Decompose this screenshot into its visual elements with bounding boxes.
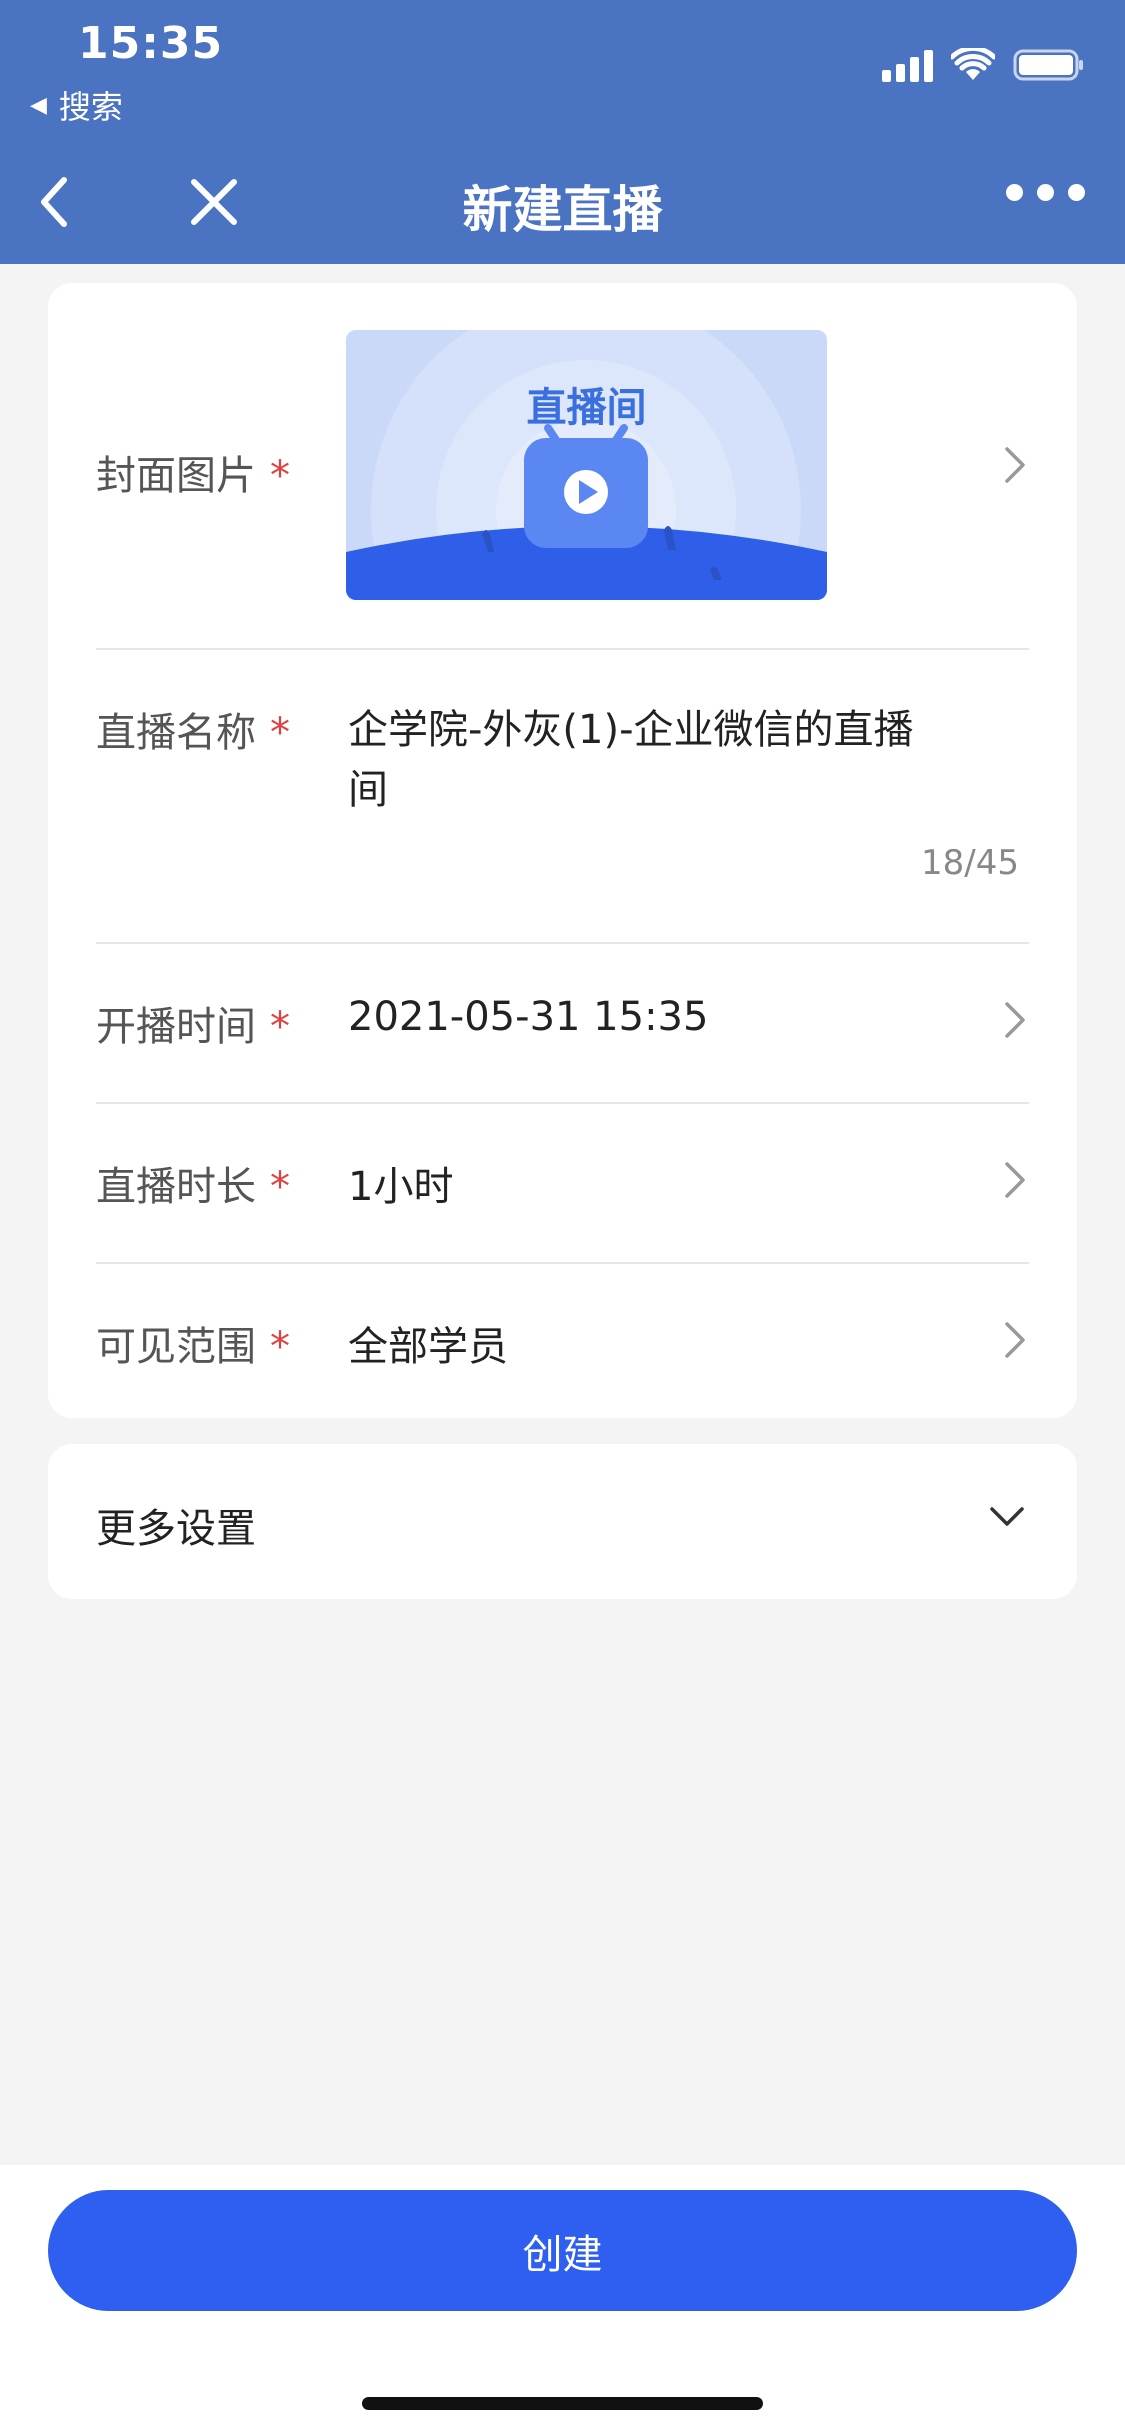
home-indicator[interactable] xyxy=(362,2397,763,2410)
visibility-value: 全部学员 xyxy=(348,1324,508,1370)
chevron-right-icon xyxy=(1005,1322,1025,1358)
required-mark: * xyxy=(270,710,290,756)
duration-label: 直播时长 * xyxy=(96,1164,290,1210)
live-name-input[interactable]: 企学院-外灰(1)-企业微信的直播间 xyxy=(348,700,948,820)
more-settings-toggle[interactable]: 更多设置 xyxy=(48,1444,1077,1599)
system-icons xyxy=(882,48,1085,82)
cover-image-label: 封面图片 * xyxy=(96,453,290,499)
create-button[interactable]: 创建 xyxy=(48,2190,1077,2311)
live-name-row[interactable]: 直播名称 * 企学院-外灰(1)-企业微信的直播间 18/45 xyxy=(48,650,1077,925)
visibility-row[interactable]: 可见范围 * 全部学员 xyxy=(48,1264,1077,1418)
visibility-label: 可见范围 * xyxy=(96,1324,290,1370)
required-mark: * xyxy=(270,453,290,499)
duration-row[interactable]: 直播时长 * 1小时 xyxy=(48,1104,1077,1262)
cover-image-row[interactable]: 封面图片 * 直播间 xyxy=(48,283,1077,648)
back-triangle-icon: ◀ xyxy=(30,92,47,118)
cellular-signal-icon xyxy=(882,48,933,82)
more-options-icon[interactable] xyxy=(1006,184,1085,201)
more-settings-label: 更多设置 xyxy=(96,1506,256,1552)
required-mark: * xyxy=(270,1004,290,1050)
battery-icon xyxy=(1013,49,1083,81)
character-counter: 18/45 xyxy=(921,843,1019,883)
chevron-right-icon xyxy=(1005,447,1025,483)
status-bar: 15:35 ◀ 搜索 xyxy=(0,0,1125,140)
back-app-label: 搜索 xyxy=(58,88,123,126)
navigation-bar: 新建直播 xyxy=(0,140,1125,264)
start-time-row[interactable]: 开播时间 * 2021-05-31 15:35 xyxy=(48,944,1077,1102)
status-time: 15:35 xyxy=(78,18,224,69)
bottom-action-area: 创建 xyxy=(0,2165,1125,2436)
chevron-down-icon xyxy=(990,1507,1024,1526)
page-title: 新建直播 xyxy=(462,181,663,239)
cover-illustration xyxy=(346,330,827,600)
chevron-right-icon xyxy=(1005,1002,1025,1038)
start-time-label: 开播时间 * xyxy=(96,1004,290,1050)
cover-image[interactable]: 直播间 xyxy=(346,330,827,600)
wifi-icon xyxy=(951,48,995,80)
back-to-app-link[interactable]: ◀ 搜索 xyxy=(30,82,123,128)
live-form-card: 封面图片 * 直播间 直播名称 * 企学院-外灰(1)-企业微信的直播间 18/… xyxy=(48,283,1077,1418)
cover-image-text: 直播间 xyxy=(526,385,647,431)
required-mark: * xyxy=(270,1324,290,1370)
live-name-label: 直播名称 * xyxy=(96,710,290,756)
duration-value: 1小时 xyxy=(348,1164,454,1210)
chevron-right-icon xyxy=(1005,1162,1025,1198)
required-mark: * xyxy=(270,1164,290,1210)
start-time-value: 2021-05-31 15:35 xyxy=(348,994,709,1040)
